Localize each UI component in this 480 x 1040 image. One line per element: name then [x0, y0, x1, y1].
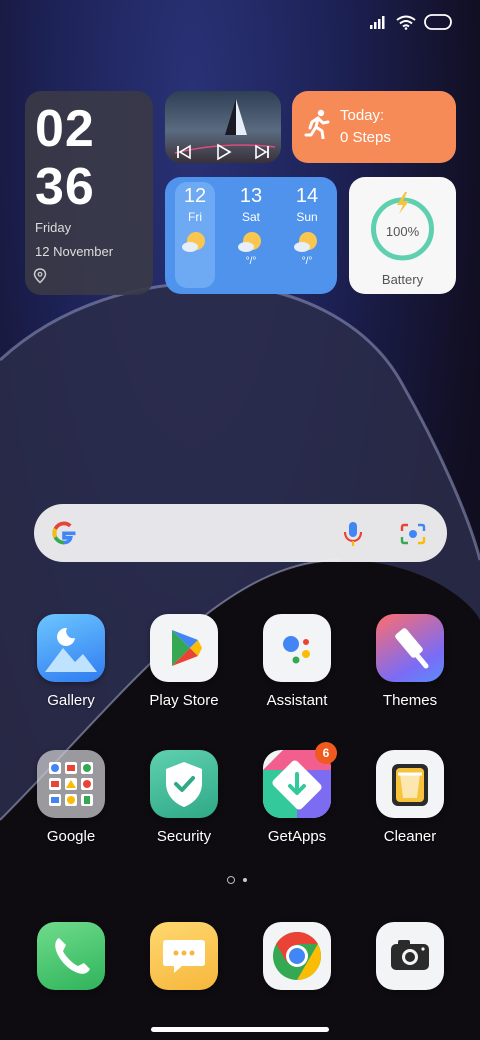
- previous-icon[interactable]: [175, 143, 193, 161]
- themes-icon: [376, 614, 444, 682]
- cleaner-icon: [376, 750, 444, 818]
- play-store-icon: [150, 614, 218, 682]
- battery-label: Battery: [381, 272, 424, 287]
- app-label: Gallery: [47, 692, 95, 709]
- google-folder-icon: [37, 750, 105, 818]
- next-icon[interactable]: [253, 143, 271, 161]
- dock-phone[interactable]: [21, 922, 121, 990]
- weather-day: 13 Sat °/°: [231, 182, 271, 288]
- steps-widget[interactable]: Today: 0 Steps: [292, 91, 456, 163]
- dock-chrome[interactable]: [247, 922, 347, 990]
- signal-icon: [370, 16, 385, 29]
- partly-cloudy-icon: [237, 230, 265, 254]
- assistant-icon: [263, 614, 331, 682]
- weather-temp: °/°: [301, 256, 313, 267]
- app-assistant[interactable]: Assistant: [247, 614, 347, 709]
- dock-messages[interactable]: [134, 922, 234, 990]
- weather-day-name: Fri: [188, 210, 202, 224]
- dock-camera[interactable]: [360, 922, 460, 990]
- page-dot-current: [227, 876, 235, 884]
- app-label: GetApps: [267, 828, 327, 845]
- app-gallery[interactable]: Gallery: [21, 614, 121, 709]
- google-lens-icon[interactable]: [400, 522, 426, 546]
- weather-temp: °/°: [245, 256, 257, 267]
- weather-day-number: 14: [295, 185, 319, 207]
- clock-hour: 02: [35, 100, 95, 158]
- phone-icon: [37, 922, 105, 990]
- weather-day-name: Sat: [241, 210, 260, 224]
- steps-title: Today:: [340, 107, 385, 124]
- weather-day-name: Sun: [296, 210, 318, 224]
- app-label: Assistant: [266, 692, 328, 709]
- app-label: Play Store: [149, 692, 219, 709]
- security-icon: [150, 750, 218, 818]
- weather-day: 12 Fri: [175, 182, 215, 288]
- app-themes[interactable]: Themes: [360, 614, 460, 709]
- clock-minute: 36: [35, 158, 95, 216]
- app-folder-google[interactable]: Google: [21, 750, 121, 845]
- app-play-store[interactable]: Play Store: [134, 614, 234, 709]
- getapps-icon: 6: [263, 742, 337, 818]
- microphone-icon[interactable]: [342, 520, 364, 548]
- app-label: Google: [46, 828, 96, 845]
- google-logo-icon: [52, 521, 76, 545]
- clock-weekday: Friday: [35, 220, 72, 235]
- camera-icon: [376, 922, 444, 990]
- app-label: Security: [156, 828, 212, 845]
- app-label: Themes: [382, 692, 438, 709]
- clock-date: 12 November: [35, 244, 114, 259]
- chrome-icon: [263, 922, 331, 990]
- google-search-bar[interactable]: [34, 504, 447, 562]
- partly-cloudy-icon: [181, 230, 209, 254]
- gallery-icon: [37, 614, 105, 682]
- app-security[interactable]: Security: [134, 750, 234, 845]
- play-icon[interactable]: [214, 143, 232, 161]
- notification-badge: 6: [315, 742, 337, 764]
- app-getapps[interactable]: 6 GetApps: [247, 742, 347, 845]
- running-icon: [304, 109, 330, 139]
- app-label: Cleaner: [383, 828, 437, 845]
- weather-day: 14 Sun °/°: [287, 182, 327, 288]
- weather-day-number: 13: [239, 185, 263, 207]
- page-indicator: [227, 876, 247, 884]
- weather-day-number: 12: [183, 185, 207, 207]
- app-cleaner[interactable]: Cleaner: [360, 750, 460, 845]
- steps-count: 0 Steps: [340, 129, 391, 146]
- status-bar: [370, 14, 452, 30]
- page-dot: [243, 878, 247, 882]
- battery-percent: 100%: [385, 224, 420, 239]
- messages-icon: [150, 922, 218, 990]
- home-indicator[interactable]: [151, 1027, 329, 1032]
- partly-cloudy-icon: [293, 230, 321, 254]
- location-icon: [33, 268, 47, 284]
- music-widget[interactable]: [165, 91, 281, 163]
- wifi-icon: [396, 15, 416, 30]
- battery-status-icon: [424, 14, 452, 30]
- battery-widget[interactable]: 100% Battery: [349, 177, 456, 294]
- weather-widget[interactable]: 12 Fri 13 Sat °/° 14 Sun °/°: [165, 177, 337, 294]
- clock-widget[interactable]: 02 36 Friday 12 November: [25, 91, 153, 295]
